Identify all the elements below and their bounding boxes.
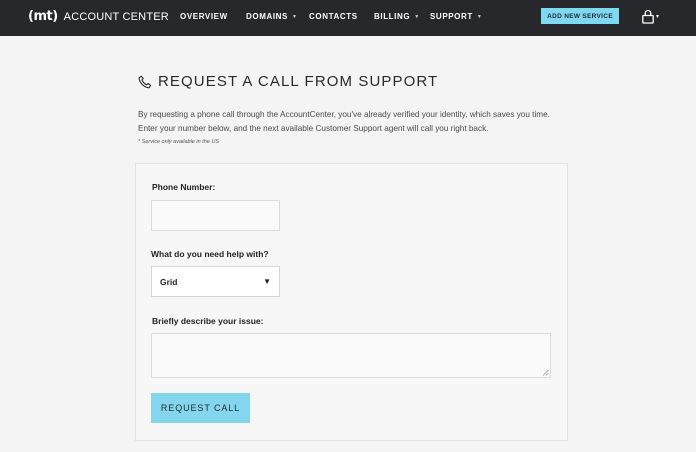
nav-overview[interactable]: OVERVIEW xyxy=(180,12,228,21)
phone-icon xyxy=(138,75,152,88)
nav-domains-label: DOMAINS xyxy=(246,12,288,21)
nav-support[interactable]: SUPPORT ▼ xyxy=(430,12,482,21)
issue-description-textarea[interactable] xyxy=(151,333,551,378)
logo-text: ACCOUNT CENTER xyxy=(63,10,169,23)
issue-description-label: Briefly describe your issue: xyxy=(152,316,264,326)
chevron-down-icon: ▼ xyxy=(414,13,420,20)
nav-overview-label: OVERVIEW xyxy=(180,12,228,21)
add-new-service-button[interactable]: ADD NEW SERVICE xyxy=(541,8,619,24)
nav-contacts[interactable]: CONTACTS xyxy=(309,12,358,21)
chevron-down-icon: ▼ xyxy=(291,13,298,20)
nav-domains[interactable]: DOMAINS ▼ xyxy=(246,12,298,21)
chevron-down-icon: ▼ xyxy=(655,14,660,20)
mt-logo-mark: (mt) xyxy=(28,9,58,24)
dropdown-arrow-icon: ▼ xyxy=(263,277,271,286)
help-topic-label: What do you need help with? xyxy=(151,249,269,259)
service-availability-note: * Service only available in the US xyxy=(138,139,220,145)
page-title-row: REQUEST A CALL FROM SUPPORT xyxy=(138,73,438,90)
phone-number-input[interactable] xyxy=(151,200,280,231)
help-topic-select[interactable]: Grid ▼ xyxy=(151,266,280,297)
user-icon xyxy=(642,9,654,24)
intro-text: By requesting a phone call through the A… xyxy=(138,110,550,133)
page-title: REQUEST A CALL FROM SUPPORT xyxy=(158,73,439,90)
account-center-logo[interactable]: (mt) ACCOUNT CENTER xyxy=(28,9,169,24)
top-navigation-bar: (mt) ACCOUNT CENTER OVERVIEW DOMAINS ▼ C… xyxy=(0,0,696,36)
resize-grip-icon[interactable] xyxy=(542,369,549,376)
nav-billing[interactable]: BILLING ▼ xyxy=(374,12,420,21)
nav-support-label: SUPPORT xyxy=(430,12,473,21)
nav-billing-label: BILLING xyxy=(374,12,411,21)
chevron-down-icon: ▼ xyxy=(476,13,483,20)
user-menu[interactable]: ▼ xyxy=(642,9,660,24)
request-call-button[interactable]: REQUEST CALL xyxy=(151,393,250,423)
phone-number-label: Phone Number: xyxy=(152,182,216,192)
help-topic-selected-value: Grid xyxy=(160,276,178,287)
nav-contacts-label: CONTACTS xyxy=(309,12,358,21)
